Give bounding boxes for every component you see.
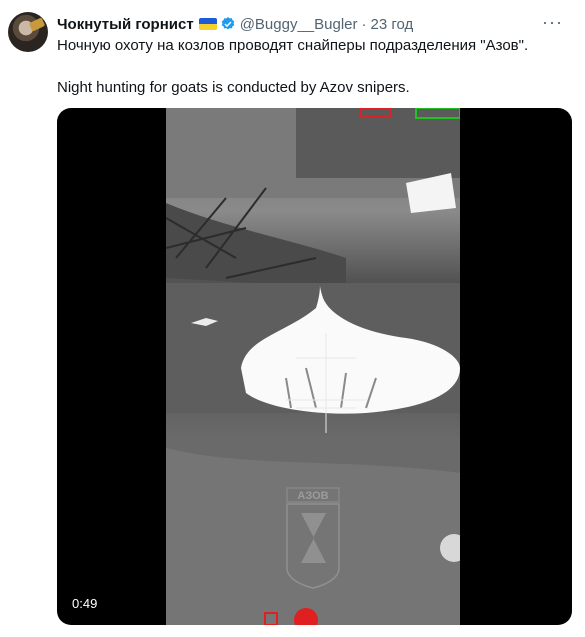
- tweet-timestamp[interactable]: 23 год: [371, 16, 414, 33]
- tweet-text-ru: Ночную охоту на козлов проводят снайперы…: [57, 37, 529, 54]
- more-options-icon[interactable]: ···: [542, 12, 563, 33]
- avatar[interactable]: [8, 12, 48, 52]
- author-name[interactable]: Чокнутый горнист: [57, 16, 194, 33]
- tweet[interactable]: Чокнутый горнист @Buggy__Bugler · 23 год…: [0, 0, 585, 637]
- azov-watermark-text: АЗОВ: [297, 490, 328, 502]
- tweet-header: Чокнутый горнист @Buggy__Bugler · 23 год: [57, 14, 413, 34]
- separator-dot: ·: [361, 15, 367, 33]
- author-handle[interactable]: @Buggy__Bugler: [240, 16, 358, 33]
- ukraine-flag-icon: [198, 18, 217, 30]
- tweet-text-en: Night hunting for goats is conducted by …: [57, 79, 410, 96]
- thermal-video-frame: АЗОВ: [166, 108, 460, 625]
- video-duration: 0:49: [72, 596, 98, 611]
- video-player[interactable]: АЗОВ 0:49: [57, 108, 572, 625]
- verified-badge-icon: [221, 17, 235, 30]
